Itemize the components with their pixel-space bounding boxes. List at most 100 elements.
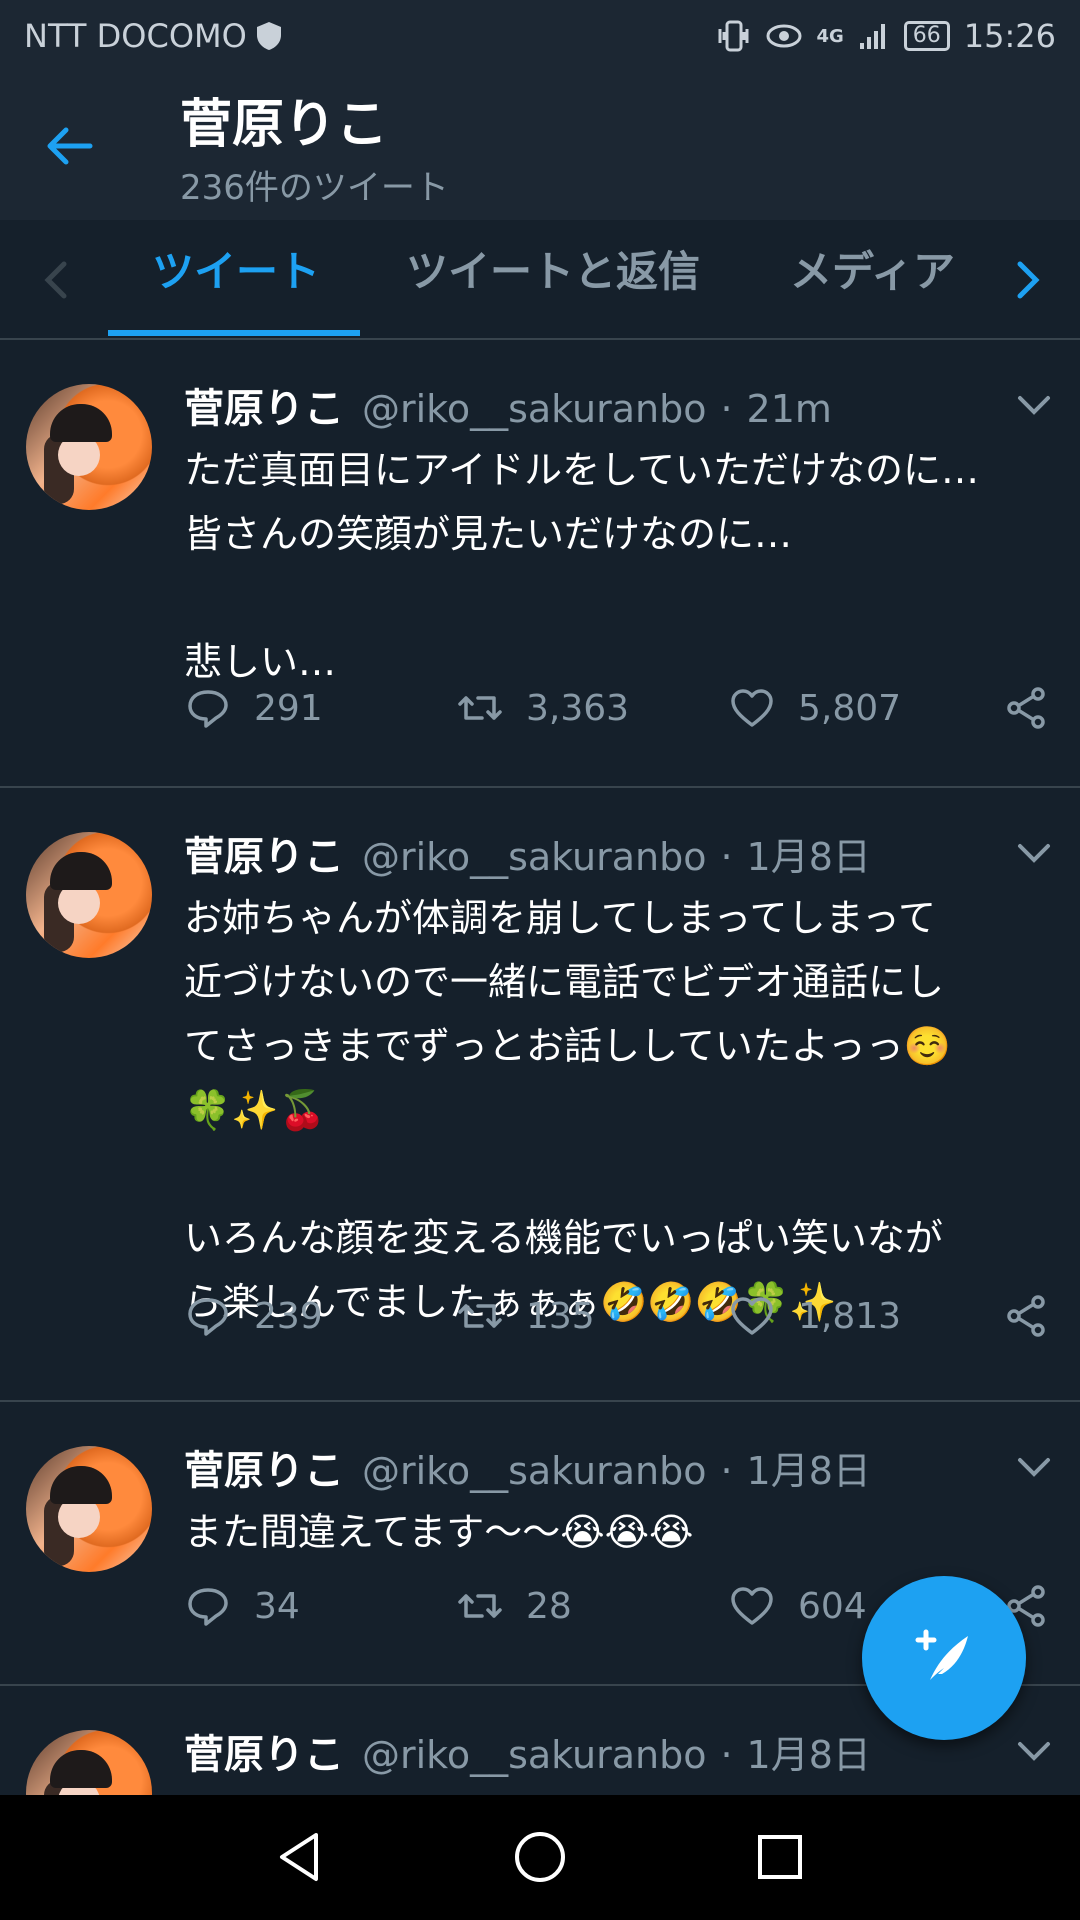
tweet-text: ただ真面目にアイドルをしていただけなのに… 皆さんの笑顔が見たいだけなのに… 悲… <box>184 448 979 684</box>
separator-dot: · <box>720 835 733 879</box>
share-button[interactable] <box>1002 684 1050 732</box>
page-title: 菅原りこ <box>180 95 389 155</box>
tabs-scroll-right[interactable] <box>1008 250 1048 310</box>
retweet-button[interactable]: 28 <box>456 1582 572 1630</box>
reply-count: 239 <box>254 1295 323 1337</box>
separator-dot: · <box>720 1733 733 1777</box>
reply-icon <box>188 1588 228 1626</box>
tab-tweets-and-replies[interactable]: ツイートと返信 <box>406 238 700 299</box>
back-arrow-icon <box>47 127 93 165</box>
clock: 15:26 <box>963 17 1056 55</box>
nav-home-icon <box>515 1832 565 1882</box>
like-count: 1,813 <box>798 1295 902 1337</box>
separator-dot: · <box>720 1449 733 1493</box>
retweet-icon <box>458 1594 502 1618</box>
tweet-author-handle[interactable]: @riko__sakuranbo <box>362 387 706 431</box>
like-count: 604 <box>798 1585 867 1627</box>
nav-recents-icon <box>758 1835 802 1879</box>
separator-dot: · <box>720 387 733 431</box>
tab-media[interactable]: メディア <box>790 238 955 299</box>
nav-home-button[interactable] <box>510 1827 570 1887</box>
eye-icon <box>766 24 802 48</box>
share-button[interactable] <box>1002 1292 1050 1340</box>
tab-tweets[interactable]: ツイート <box>152 238 320 299</box>
compose-tweet-button[interactable] <box>862 1576 1026 1740</box>
tweet-menu-chevron-icon[interactable] <box>1016 838 1052 866</box>
tweet-actions: 239 135 1,813 <box>184 1292 1054 1352</box>
status-right: 4G 66 15:26 <box>716 17 1056 55</box>
retweet-icon <box>458 1304 502 1328</box>
tweet-menu-chevron-icon[interactable] <box>1016 390 1052 418</box>
tweet-item[interactable]: 菅原りこ @riko__sakuranbo · 21m ただ真面目にアイドルをし… <box>0 340 1080 788</box>
tweet-count: 236件のツイート <box>180 168 449 208</box>
tweet-author-handle[interactable]: @riko__sakuranbo <box>362 1733 706 1777</box>
avatar[interactable] <box>26 1730 152 1795</box>
tweet-item[interactable]: 菅原りこ @riko__sakuranbo · 1月8日 お姉ちゃんが体調を崩し… <box>0 788 1080 1402</box>
tweet-header: 菅原りこ @riko__sakuranbo · 1月8日 <box>184 824 871 882</box>
battery-indicator: 66 <box>903 21 950 51</box>
vibrate-icon <box>718 20 749 52</box>
share-icon <box>1007 1295 1045 1337</box>
like-icon <box>731 1297 773 1335</box>
tweet-author-handle[interactable]: @riko__sakuranbo <box>362 835 706 879</box>
tweet-timestamp: 21m <box>746 387 832 431</box>
carrier-label: NTT DOCOMO <box>24 17 247 55</box>
tweet-text: お姉ちゃんが体調を崩してしまってしまって 近づけないので一緒に電話でビデオ通話に… <box>184 896 952 1324</box>
tweet-menu-chevron-icon[interactable] <box>1016 1736 1052 1764</box>
tweet-feed[interactable]: 菅原りこ @riko__sakuranbo · 21m ただ真面目にアイドルをし… <box>0 340 1080 1795</box>
reply-button[interactable]: 34 <box>184 1582 300 1630</box>
like-count: 5,807 <box>798 687 902 729</box>
profile-header: 菅原りこ 236件のツイート <box>0 72 1080 220</box>
signal-icon <box>859 24 885 49</box>
avatar[interactable] <box>26 384 152 510</box>
tweet-header: 菅原りこ @riko__sakuranbo · 21m <box>184 376 832 434</box>
tweet-author-name[interactable]: 菅原りこ <box>184 1722 344 1780</box>
active-tab-indicator <box>108 330 360 336</box>
nav-back-icon <box>280 1833 318 1881</box>
tweet-header: 菅原りこ @riko__sakuranbo · 1月8日 <box>184 1722 871 1780</box>
profile-tabs: ツイート ツイートと返信 メディア <box>0 220 1080 340</box>
nav-back-button[interactable] <box>270 1827 330 1887</box>
shield-icon <box>256 22 281 50</box>
reply-button[interactable]: 291 <box>184 684 323 732</box>
reply-icon <box>188 1298 228 1336</box>
tweet-header: 菅原りこ @riko__sakuranbo · 1月8日 <box>184 1438 871 1496</box>
tweet-author-name[interactable]: 菅原りこ <box>184 376 344 434</box>
chevron-right-icon <box>1017 261 1040 299</box>
like-icon <box>731 1587 773 1625</box>
tweet-author-name[interactable]: 菅原りこ <box>184 1438 344 1496</box>
tweet-text: また間違えてます〜〜😭😭😭 <box>184 1510 694 1554</box>
back-button[interactable] <box>40 116 100 176</box>
nav-recents-button[interactable] <box>750 1827 810 1887</box>
tweet-timestamp: 1月8日 <box>746 835 871 879</box>
tabs-scroll-left[interactable] <box>36 250 76 310</box>
status-bar: NTT DOCOMO 4G 66 15:26 <box>0 0 1080 72</box>
share-icon <box>1007 687 1045 729</box>
like-button[interactable]: 1,813 <box>728 1292 901 1340</box>
chevron-left-icon <box>44 261 67 299</box>
reply-icon <box>188 690 228 728</box>
tweet-timestamp: 1月8日 <box>746 1733 871 1777</box>
network-label: 4G <box>816 25 844 47</box>
avatar[interactable] <box>26 1446 152 1572</box>
tweet-actions: 291 3,363 5,807 <box>184 684 1054 744</box>
system-nav-bar <box>0 1795 1080 1920</box>
tweet-author-name[interactable]: 菅原りこ <box>184 824 344 882</box>
retweet-count: 28 <box>526 1585 572 1627</box>
tweet-author-handle[interactable]: @riko__sakuranbo <box>362 1449 706 1493</box>
retweet-count: 3,363 <box>526 687 630 729</box>
status-left: NTT DOCOMO <box>24 17 283 55</box>
compose-icon <box>915 1629 968 1680</box>
retweet-count: 135 <box>526 1295 595 1337</box>
retweet-button[interactable]: 135 <box>456 1292 595 1340</box>
tweet-timestamp: 1月8日 <box>746 1449 871 1493</box>
reply-button[interactable]: 239 <box>184 1292 323 1340</box>
like-button[interactable]: 604 <box>728 1582 867 1630</box>
like-icon <box>731 689 773 727</box>
avatar[interactable] <box>26 832 152 958</box>
like-button[interactable]: 5,807 <box>728 684 901 732</box>
retweet-button[interactable]: 3,363 <box>456 684 629 732</box>
tweet-menu-chevron-icon[interactable] <box>1016 1452 1052 1480</box>
reply-count: 291 <box>254 687 323 729</box>
retweet-icon <box>458 696 502 720</box>
